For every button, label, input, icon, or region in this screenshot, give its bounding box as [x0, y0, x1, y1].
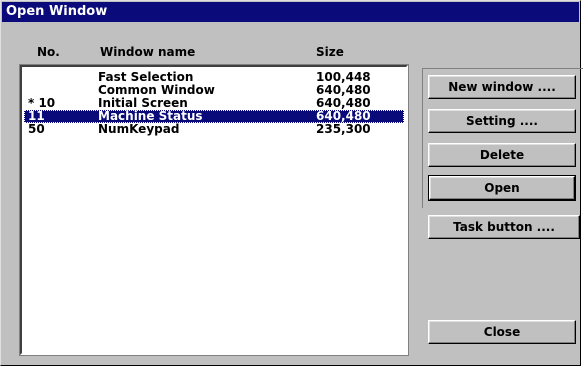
list-item[interactable]: 50 NumKeypad 235,300: [24, 123, 404, 136]
task-button-button[interactable]: Task button ....: [428, 215, 580, 239]
delete-button[interactable]: Delete: [428, 143, 576, 167]
new-window-button[interactable]: New window ....: [428, 75, 576, 99]
open-button[interactable]: Open: [428, 175, 576, 201]
open-window-dialog: Open Window No. Window name Size Fast Se…: [0, 0, 583, 366]
close-button[interactable]: Close: [428, 320, 576, 344]
window-list[interactable]: Fast Selection 100,448 Common Window 640…: [19, 64, 409, 356]
column-header-no: No.: [37, 45, 60, 59]
list-item-name: NumKeypad: [98, 122, 180, 136]
column-header-window-name: Window name: [100, 45, 196, 59]
setting-button[interactable]: Setting ....: [428, 109, 576, 133]
column-header-size: Size: [316, 45, 344, 59]
list-item-no: 50: [28, 122, 45, 136]
window-title: Open Window: [2, 2, 579, 22]
list-item-size: 235,300: [316, 122, 371, 136]
